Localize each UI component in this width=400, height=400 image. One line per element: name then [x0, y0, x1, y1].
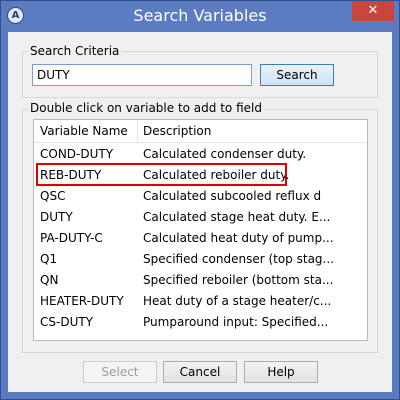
column-header-description[interactable]: Description [137, 120, 367, 142]
description-cell: Pumparound input: Specified... [143, 315, 329, 329]
cancel-button[interactable]: Cancel [163, 361, 237, 383]
column-header-variable-name[interactable]: Variable Name [34, 120, 137, 142]
description-cell: Calculated stage heat duty. E... [143, 210, 331, 224]
description-cell: Calculated heat duty of pump... [143, 231, 334, 245]
list-row[interactable]: PA-DUTY-C Calculated heat duty of pump... [34, 228, 367, 249]
description-cell: Specified condenser (top stag... [143, 252, 334, 266]
list-row[interactable]: QSC Calculated subcooled reflux d [34, 186, 367, 207]
close-button[interactable]: ✕ [352, 1, 394, 21]
variable-name-cell: QN [40, 273, 59, 287]
list-row[interactable]: Q1 Specified condenser (top stag... [34, 249, 367, 270]
variable-name-cell: QSC [40, 189, 66, 203]
search-button[interactable]: Search [260, 64, 334, 86]
list-row[interactable]: COND-DUTY Calculated condenser duty. [34, 144, 367, 165]
variable-name-cell: DUTY [40, 210, 73, 224]
variable-name-cell: PA-DUTY-C [40, 231, 103, 245]
description-cell: Specified reboiler (bottom sta... [143, 273, 334, 287]
results-group-label: Double click on variable to add to field [28, 101, 264, 115]
list-row[interactable]: QN Specified reboiler (bottom sta... [34, 270, 367, 291]
list-row[interactable]: CS-DUTY Pumparound input: Specified... [34, 312, 367, 333]
search-criteria-label: Search Criteria [28, 44, 122, 58]
variables-list[interactable]: Variable Name Description COND-DUTY Calcu… [33, 119, 368, 341]
select-button[interactable]: Select [83, 361, 157, 383]
list-header: Variable Name Description [34, 120, 367, 143]
list-row[interactable]: DUTY Calculated stage heat duty. E... [34, 207, 367, 228]
variable-name-cell: CS-DUTY [40, 315, 94, 329]
search-input[interactable] [32, 64, 252, 86]
description-cell: Calculated condenser duty. [143, 147, 307, 161]
description-cell: Calculated subcooled reflux d [143, 189, 322, 203]
variable-name-cell: COND-DUTY [40, 147, 114, 161]
help-button[interactable]: Help [244, 361, 318, 383]
close-icon: ✕ [367, 3, 379, 18]
description-cell: Heat duty of a stage heater/c... [143, 294, 332, 308]
variable-name-cell: Q1 [40, 252, 58, 266]
title-bar[interactable]: A Search Variables ✕ [1, 1, 399, 31]
dialog-body: Search Criteria Search Double click on v… [8, 32, 392, 392]
highlight-box [36, 163, 287, 186]
window-title: Search Variables [133, 6, 267, 25]
list-row[interactable]: HEATER-DUTY Heat duty of a stage heater/c… [34, 291, 367, 312]
variable-name-cell: HEATER-DUTY [40, 294, 124, 308]
dialog-window: A Search Variables ✕ Search Criteria Sea… [0, 0, 400, 400]
